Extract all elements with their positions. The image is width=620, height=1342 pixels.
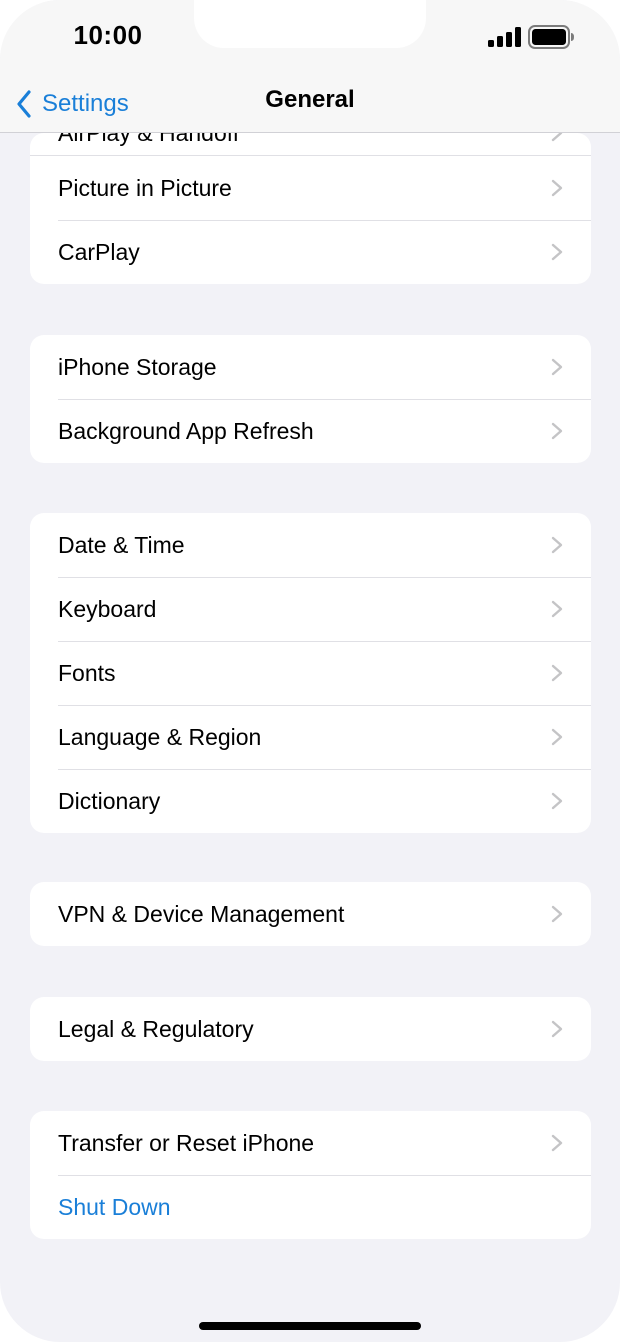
chevron-right-icon	[551, 600, 563, 618]
settings-row-language-region[interactable]: Language & Region	[30, 705, 591, 769]
status-time: 10:00	[73, 20, 143, 50]
back-button-label: Settings	[42, 90, 129, 117]
page-title: General	[265, 86, 355, 113]
settings-group-legal: Legal & Regulatory	[30, 997, 591, 1061]
chevron-left-icon	[17, 90, 31, 118]
settings-row-date-time[interactable]: Date & Time	[30, 513, 591, 577]
shut-down-button[interactable]: Shut Down	[30, 1175, 591, 1239]
chevron-right-icon	[551, 728, 563, 746]
settings-row-keyboard[interactable]: Keyboard	[30, 577, 591, 641]
settings-group-reset: Transfer or Reset iPhone Shut Down	[30, 1111, 591, 1239]
settings-row-label: iPhone Storage	[58, 353, 217, 380]
chevron-right-icon	[551, 243, 563, 261]
home-indicator[interactable]	[199, 1322, 421, 1330]
chevron-right-icon	[551, 905, 563, 923]
settings-row-legal-regulatory[interactable]: Legal & Regulatory	[30, 997, 591, 1061]
shut-down-label: Shut Down	[58, 1193, 171, 1220]
settings-group-vpn: VPN & Device Management	[30, 882, 591, 946]
settings-row-label: CarPlay	[58, 238, 140, 265]
chevron-right-icon	[551, 179, 563, 197]
settings-row-label: Date & Time	[58, 531, 185, 558]
chevron-right-icon	[551, 1020, 563, 1038]
chevron-right-icon	[551, 358, 563, 376]
settings-group-storage: iPhone Storage Background App Refresh	[30, 335, 591, 463]
chevron-right-icon	[551, 536, 563, 554]
settings-row-label: AirPlay & Handoff	[58, 133, 240, 146]
settings-row-label: Dictionary	[58, 787, 161, 814]
settings-row-label: Background App Refresh	[58, 417, 314, 444]
chevron-right-icon	[551, 422, 563, 440]
back-button[interactable]: Settings	[16, 82, 129, 126]
settings-row-label: Picture in Picture	[58, 174, 232, 201]
settings-row-iphone-storage[interactable]: iPhone Storage	[30, 335, 591, 399]
chevron-right-icon	[551, 664, 563, 682]
notch	[194, 0, 426, 48]
settings-row-label: Keyboard	[58, 595, 157, 622]
settings-row-dictionary[interactable]: Dictionary	[30, 769, 591, 833]
navigation-bar: Settings General	[0, 76, 620, 133]
settings-group-connectivity: AirPlay & Handoff Picture in Picture Car…	[30, 133, 591, 284]
status-bar: 10:00	[0, 0, 620, 76]
settings-row-background-app-refresh[interactable]: Background App Refresh	[30, 399, 591, 463]
settings-row-label: Language & Region	[58, 723, 262, 750]
settings-row-vpn-device-management[interactable]: VPN & Device Management	[30, 882, 591, 946]
settings-row-label: Transfer or Reset iPhone	[58, 1129, 315, 1156]
battery-full-icon	[528, 25, 574, 49]
chevron-right-icon	[551, 1134, 563, 1152]
cellular-signal-icon	[488, 27, 521, 47]
chevron-right-icon	[551, 792, 563, 810]
settings-row-label: VPN & Device Management	[58, 900, 345, 927]
chevron-right-icon	[551, 133, 563, 142]
settings-row-airplay-handoff[interactable]: AirPlay & Handoff	[30, 133, 591, 155]
settings-row-picture-in-picture[interactable]: Picture in Picture	[30, 155, 591, 220]
settings-list[interactable]: AirPlay & Handoff Picture in Picture Car…	[0, 133, 620, 1342]
settings-row-fonts[interactable]: Fonts	[30, 641, 591, 705]
phone-screen: 10:00 Settings General AirPlay & Handoff	[0, 0, 620, 1342]
settings-row-transfer-reset-iphone[interactable]: Transfer or Reset iPhone	[30, 1111, 591, 1175]
settings-row-carplay[interactable]: CarPlay	[30, 220, 591, 284]
settings-group-locale: Date & Time Keyboard Fonts Language & Re…	[30, 513, 591, 833]
settings-row-label: Fonts	[58, 659, 116, 686]
settings-row-label: Legal & Regulatory	[58, 1015, 254, 1042]
